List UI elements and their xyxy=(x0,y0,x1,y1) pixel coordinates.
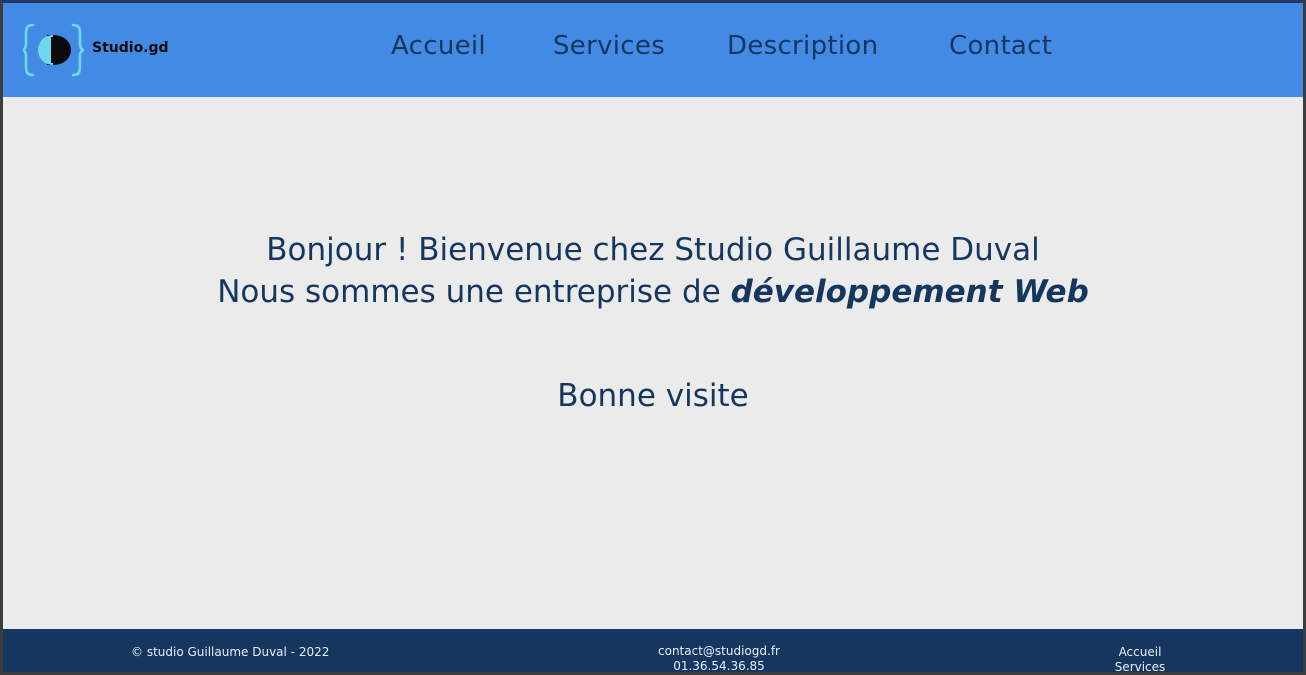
site-header: Studio.gd Accueil Services Description C… xyxy=(3,3,1303,97)
page-frame: Studio.gd Accueil Services Description C… xyxy=(0,0,1306,675)
greeting-text: Bonne visite xyxy=(557,378,749,414)
footer-nav: Accueil Services xyxy=(1093,645,1187,672)
hero-line-2: Nous sommes une entreprise de développem… xyxy=(3,271,1303,313)
site-footer: © studio Guillaume Duval - 2022 contact@… xyxy=(3,629,1303,672)
main-nav: Accueil Services Description Contact xyxy=(3,31,1303,71)
footer-link-services[interactable]: Services xyxy=(1093,660,1187,672)
nav-link-services[interactable]: Services xyxy=(553,31,665,61)
main-content: Bonjour ! Bienvenue chez Studio Guillaum… xyxy=(3,97,1303,629)
nav-link-description[interactable]: Description xyxy=(727,31,878,61)
hero-line-1: Bonjour ! Bienvenue chez Studio Guillaum… xyxy=(266,232,1040,268)
nav-link-contact[interactable]: Contact xyxy=(949,31,1052,61)
hero-line-2-prefix: Nous sommes une entreprise de xyxy=(217,274,731,310)
footer-link-accueil[interactable]: Accueil xyxy=(1093,645,1187,660)
nav-link-accueil[interactable]: Accueil xyxy=(391,31,486,61)
hero-emphasis: développement Web xyxy=(730,274,1089,310)
hero-message: Bonjour ! Bienvenue chez Studio Guillaum… xyxy=(3,229,1303,313)
